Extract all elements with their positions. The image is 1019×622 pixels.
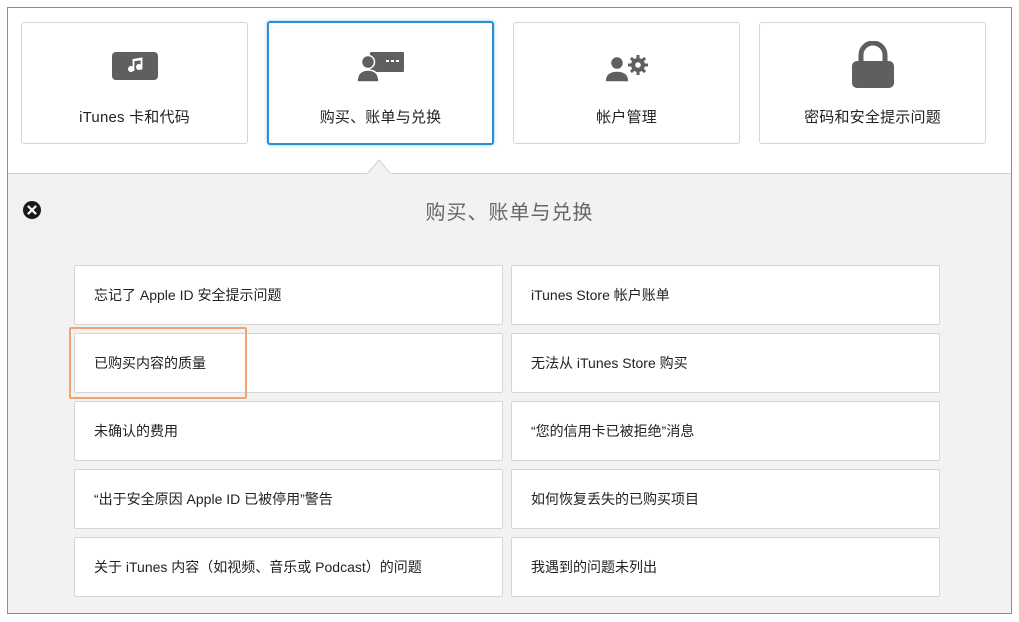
- music-card-icon: [111, 51, 159, 86]
- panel-title: 购买、账单与兑换: [425, 202, 594, 224]
- tile-label: iTunes 卡和代码: [79, 109, 190, 126]
- topic-item[interactable]: “您的信用卡已被拒绝”消息: [511, 401, 940, 461]
- tile-itunes-cards[interactable]: iTunes 卡和代码: [21, 22, 248, 144]
- tile-label: 购买、账单与兑换: [319, 109, 442, 126]
- account-gear-icon: [602, 51, 652, 88]
- topic-item[interactable]: 忘记了 Apple ID 安全提示问题: [74, 265, 503, 325]
- topic-item[interactable]: 已购买内容的质量: [74, 333, 503, 393]
- lock-icon: [850, 40, 896, 94]
- tile-account-management[interactable]: 帐户管理: [513, 22, 740, 144]
- tile-password-security[interactable]: 密码和安全提示问题: [759, 22, 986, 144]
- tile-label: 密码和安全提示问题: [804, 109, 941, 126]
- purchase-billing-icon: [355, 51, 406, 88]
- topic-item[interactable]: 关于 iTunes 内容（如视频、音乐或 Podcast）的问题: [74, 537, 503, 597]
- support-window: iTunes 卡和代码 购买、账单与兑换 帐户管理 密码和安全提示问题 购买、账…: [7, 7, 1012, 614]
- category-tiles: iTunes 卡和代码 购买、账单与兑换 帐户管理 密码和安全提示问题: [8, 8, 1011, 174]
- topic-item[interactable]: 无法从 iTunes Store 购买: [511, 333, 940, 393]
- topic-item[interactable]: 如何恢复丢失的已购买项目: [511, 469, 940, 529]
- tile-label: 帐户管理: [596, 109, 657, 126]
- topic-item[interactable]: iTunes Store 帐户账单: [511, 265, 940, 325]
- tile-purchases-billing[interactable]: 购买、账单与兑换: [267, 21, 494, 145]
- topic-item[interactable]: “出于安全原因 Apple ID 已被停用”警告: [74, 469, 503, 529]
- topic-item[interactable]: 未确认的费用: [74, 401, 503, 461]
- topic-item[interactable]: 我遇到的问题未列出: [511, 537, 940, 597]
